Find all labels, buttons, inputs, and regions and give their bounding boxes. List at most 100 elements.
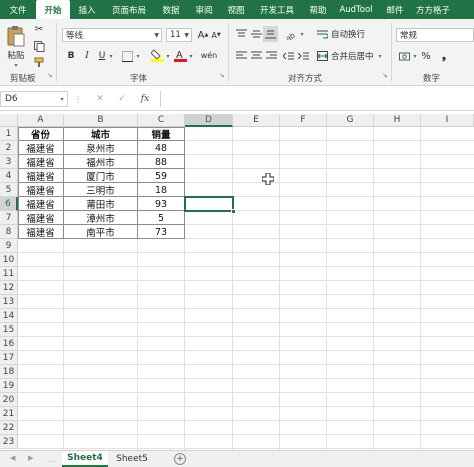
italic-button[interactable]: I: [82, 49, 92, 63]
tab-developer[interactable]: 开发工具: [252, 0, 302, 19]
row-header-4[interactable]: 4: [0, 169, 18, 183]
borders-icon[interactable]: [120, 49, 134, 63]
row-header-7[interactable]: 7: [0, 211, 18, 225]
cell-a1-header-province[interactable]: 省份: [18, 127, 63, 141]
cell-b6[interactable]: 莆田市: [64, 197, 137, 211]
cut-icon[interactable]: ✂: [32, 23, 46, 35]
chevron-down-icon[interactable]: ▾: [377, 52, 383, 60]
align-center-icon[interactable]: [249, 49, 263, 63]
bold-button[interactable]: B: [66, 49, 76, 63]
cell-c1-header-sales[interactable]: 销量: [138, 127, 184, 141]
cell-b4[interactable]: 厦门市: [64, 169, 137, 183]
tab-view[interactable]: 视图: [220, 0, 252, 19]
cell-b7[interactable]: 漳州市: [64, 211, 137, 225]
font-launcher-icon[interactable]: ↘: [218, 71, 226, 79]
cell-a4[interactable]: 福建省: [18, 169, 63, 183]
align-middle-icon[interactable]: [249, 27, 263, 41]
tab-audtool[interactable]: AudTool: [334, 0, 378, 19]
merge-center-icon[interactable]: [316, 49, 328, 63]
number-format-select[interactable]: 常规: [396, 28, 474, 42]
row-header-21[interactable]: 21: [0, 407, 18, 421]
column-header-d[interactable]: D: [185, 114, 233, 127]
phonetic-guide-button[interactable]: wén: [199, 47, 219, 63]
cell-c4[interactable]: 59: [138, 169, 184, 183]
align-top-icon[interactable]: [234, 27, 248, 41]
currency-format-icon[interactable]: [398, 48, 412, 64]
cell-a6[interactable]: 福建省: [18, 197, 63, 211]
tab-file[interactable]: 文件: [0, 0, 36, 19]
align-right-icon[interactable]: [264, 49, 278, 63]
grow-font-button[interactable]: A ▲: [197, 28, 209, 42]
row-header-3[interactable]: 3: [0, 155, 18, 169]
next-sheet-icon[interactable]: ▶: [28, 454, 33, 462]
row-header-1[interactable]: 1: [0, 127, 18, 141]
row-header-5[interactable]: 5: [0, 183, 18, 197]
tab-help[interactable]: 帮助: [302, 0, 334, 19]
column-header-c[interactable]: C: [138, 114, 185, 127]
chevron-down-icon[interactable]: ▾: [58, 95, 66, 103]
chevron-down-icon[interactable]: ▾: [188, 52, 194, 60]
formula-input[interactable]: [160, 91, 474, 107]
column-header-h[interactable]: H: [374, 114, 421, 127]
cancel-entry-icon[interactable]: ✕: [94, 93, 106, 105]
column-header-f[interactable]: F: [280, 114, 327, 127]
decrease-indent-icon[interactable]: [281, 49, 295, 63]
cell-c5[interactable]: 18: [138, 183, 184, 197]
format-painter-icon[interactable]: [32, 56, 46, 68]
percent-style-button[interactable]: %: [420, 48, 432, 64]
increase-indent-icon[interactable]: [296, 49, 310, 63]
column-header-g[interactable]: G: [327, 114, 374, 127]
column-header-b[interactable]: B: [64, 114, 138, 127]
row-header-15[interactable]: 15: [0, 323, 18, 337]
column-header-i[interactable]: I: [421, 114, 474, 127]
cell-a2[interactable]: 福建省: [18, 141, 63, 155]
selected-cell-d6[interactable]: [184, 196, 236, 214]
sheet-tab-sheet4[interactable]: Sheet4: [62, 451, 108, 467]
confirm-entry-icon[interactable]: ✓: [116, 93, 128, 105]
chevron-down-icon[interactable]: ▾: [299, 30, 305, 38]
cell-b2[interactable]: 泉州市: [64, 141, 137, 155]
cell-c8[interactable]: 73: [138, 225, 184, 239]
fill-color-icon[interactable]: [150, 47, 164, 63]
cell-b8[interactable]: 南平市: [64, 225, 137, 239]
row-header-17[interactable]: 17: [0, 351, 18, 365]
row-header-23[interactable]: 23: [0, 435, 18, 449]
row-header-13[interactable]: 13: [0, 295, 18, 309]
chevron-down-icon[interactable]: ▾: [135, 52, 141, 60]
row-header-9[interactable]: 9: [0, 239, 18, 253]
insert-function-icon[interactable]: fx: [138, 93, 152, 105]
chevron-down-icon[interactable]: ▾: [165, 52, 171, 60]
orientation-icon[interactable]: ab: [284, 27, 298, 41]
prev-sheet-icon[interactable]: ◀: [10, 454, 15, 462]
row-header-12[interactable]: 12: [0, 281, 18, 295]
column-header-e[interactable]: E: [233, 114, 280, 127]
tab-page-layout[interactable]: 页面布局: [104, 0, 154, 19]
cell-c7[interactable]: 5: [138, 211, 184, 225]
cell-c2[interactable]: 48: [138, 141, 184, 155]
cell-b3[interactable]: 福州市: [64, 155, 137, 169]
tab-home[interactable]: 开始: [36, 0, 70, 19]
add-sheet-button[interactable]: +: [174, 453, 186, 465]
row-header-19[interactable]: 19: [0, 379, 18, 393]
fill-handle[interactable]: [231, 209, 236, 214]
row-header-6[interactable]: 6: [0, 197, 18, 211]
paste-dropdown-icon[interactable]: ▾: [12, 61, 20, 69]
cell-a8[interactable]: 福建省: [18, 225, 63, 239]
row-header-8[interactable]: 8: [0, 225, 18, 239]
cell-c3[interactable]: 88: [138, 155, 184, 169]
tab-mail[interactable]: 邮件: [378, 0, 412, 19]
cell-b5[interactable]: 三明市: [64, 183, 137, 197]
font-color-icon[interactable]: A: [173, 47, 187, 63]
font-name-select[interactable]: 等线 ▼: [62, 28, 162, 42]
row-header-2[interactable]: 2: [0, 141, 18, 155]
comma-style-icon[interactable]: ❟: [436, 48, 452, 64]
row-header-10[interactable]: 10: [0, 253, 18, 267]
chevron-down-icon[interactable]: ▾: [108, 52, 114, 60]
cell-b1-header-city[interactable]: 城市: [64, 127, 137, 141]
cell-a5[interactable]: 福建省: [18, 183, 63, 197]
shrink-font-button[interactable]: A ▼: [210, 28, 222, 42]
align-bottom-icon[interactable]: [263, 26, 278, 42]
font-size-select[interactable]: 11 ▼: [166, 28, 192, 42]
chevron-down-icon[interactable]: ▾: [412, 52, 418, 60]
wrap-text-button[interactable]: 自动换行: [331, 27, 371, 41]
